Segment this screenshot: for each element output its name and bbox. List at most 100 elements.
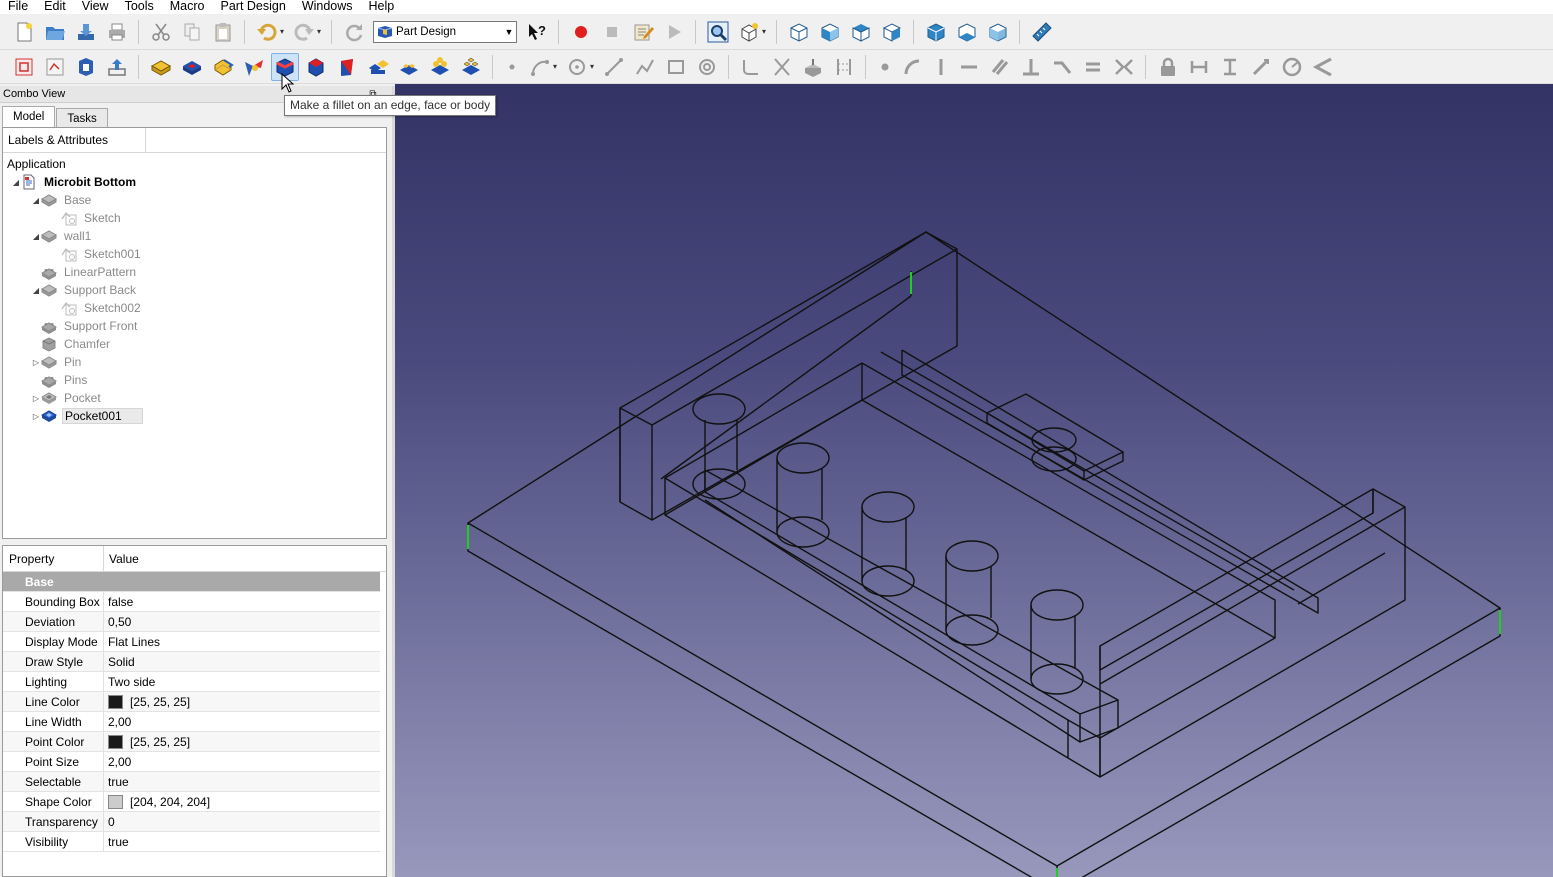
constraint-horizontal-distance-button[interactable]	[1185, 53, 1213, 81]
property-row[interactable]: Transparency 0	[3, 812, 380, 832]
constraint-vertical-button[interactable]	[930, 53, 952, 81]
linear-pattern-button[interactable]	[395, 53, 423, 81]
pad-button[interactable]	[147, 53, 175, 81]
tree-item[interactable]: ▷ Pin	[3, 353, 386, 371]
circle-button[interactable]	[563, 53, 591, 81]
menu-help[interactable]: Help	[361, 0, 403, 12]
draw-style-button[interactable]	[735, 18, 763, 46]
whats-this-button[interactable]: ?	[523, 18, 551, 46]
point-button[interactable]	[501, 53, 523, 81]
property-row[interactable]: Line Width 2,00	[3, 712, 380, 732]
chevron-down-icon[interactable]: ▾	[553, 62, 561, 71]
expand-open-icon[interactable]: ◢	[31, 286, 41, 295]
tree-item[interactable]: ◢ Microbit Bottom	[3, 173, 386, 191]
property-value[interactable]: Two side	[104, 672, 380, 691]
tab-model[interactable]: Model	[2, 106, 56, 128]
paste-button[interactable]	[209, 18, 237, 46]
macro-run-button[interactable]	[660, 18, 688, 46]
save-button[interactable]	[72, 18, 100, 46]
constraint-point-on-object-button[interactable]	[899, 53, 927, 81]
macro-record-button[interactable]	[567, 18, 595, 46]
groove-button[interactable]	[240, 53, 268, 81]
constraint-parallel-button[interactable]	[986, 53, 1014, 81]
constraint-symmetric-button[interactable]	[1110, 53, 1138, 81]
constraint-horizontal-button[interactable]	[955, 53, 983, 81]
property-value[interactable]: 0,50	[104, 612, 380, 631]
measure-button[interactable]	[1028, 18, 1056, 46]
tree-item[interactable]: ◢ wall1	[3, 227, 386, 245]
property-value[interactable]: 2,00	[104, 712, 380, 731]
undo-button[interactable]	[253, 18, 281, 46]
tree-item[interactable]: Sketch001	[3, 245, 386, 263]
tree-item[interactable]: ▷ Pocket	[3, 389, 386, 407]
property-row[interactable]: Bounding Box false	[3, 592, 380, 612]
chevron-down-icon[interactable]: ▾	[762, 27, 770, 36]
sketch-fillet-button[interactable]	[737, 53, 765, 81]
redo-button[interactable]	[290, 18, 318, 46]
expand-open-icon[interactable]: ◢	[11, 178, 21, 187]
create-sketch-button[interactable]	[41, 53, 69, 81]
3d-viewport[interactable]	[395, 84, 1553, 877]
property-value[interactable]: 0	[104, 812, 380, 831]
chevron-down-icon[interactable]: ▾	[590, 62, 598, 71]
refresh-button[interactable]	[340, 18, 368, 46]
polar-pattern-button[interactable]	[426, 53, 454, 81]
tree-item[interactable]: Support Front	[3, 317, 386, 335]
view-bottom-button[interactable]	[953, 18, 981, 46]
property-value[interactable]: 2,00	[104, 752, 380, 771]
constraint-perpendicular-button[interactable]	[1017, 53, 1045, 81]
menu-tools[interactable]: Tools	[117, 0, 162, 12]
macro-stop-button[interactable]	[598, 18, 626, 46]
print-button[interactable]	[103, 18, 131, 46]
chevron-down-icon[interactable]: ▾	[317, 27, 325, 36]
constraint-coincident-button[interactable]	[874, 53, 896, 81]
constraint-tangent-button[interactable]	[1048, 53, 1076, 81]
constraint-radius-button[interactable]	[1278, 53, 1306, 81]
constraint-vertical-distance-button[interactable]	[1216, 53, 1244, 81]
trim-button[interactable]	[768, 53, 796, 81]
tree-item[interactable]: Sketch	[3, 209, 386, 227]
workbench-selector[interactable]: Part Design ▼	[373, 20, 517, 43]
menu-macro[interactable]: Macro	[162, 0, 213, 12]
menu-windows[interactable]: Windows	[294, 0, 361, 12]
property-row[interactable]: Draw Style Solid	[3, 652, 380, 672]
property-value[interactable]: Flat Lines	[104, 632, 380, 651]
revolution-button[interactable]	[209, 53, 237, 81]
property-row[interactable]: Deviation 0,50	[3, 612, 380, 632]
property-row[interactable]: Display Mode Flat Lines	[3, 632, 380, 652]
tree-item[interactable]: Chamfer	[3, 335, 386, 353]
fit-all-button[interactable]	[704, 18, 732, 46]
edit-sketch-button[interactable]	[103, 53, 131, 81]
expand-closed-icon[interactable]: ▷	[31, 412, 41, 421]
menu-view[interactable]: View	[74, 0, 117, 12]
slot-button[interactable]	[693, 53, 721, 81]
validate-sketch-button[interactable]	[72, 53, 100, 81]
property-value[interactable]: true	[104, 772, 380, 791]
tree-item[interactable]: ◢ Base	[3, 191, 386, 209]
mirrored-button[interactable]	[364, 53, 392, 81]
view-top-button[interactable]	[847, 18, 875, 46]
menu-edit[interactable]: Edit	[36, 0, 74, 12]
property-value[interactable]: [25, 25, 25]	[104, 732, 380, 751]
external-geometry-button[interactable]	[799, 53, 827, 81]
property-row[interactable]: Visibility true	[3, 832, 380, 852]
expand-closed-icon[interactable]: ▷	[31, 394, 41, 403]
tree-item[interactable]: ▷ Pocket001	[3, 407, 386, 425]
constraint-distance-button[interactable]	[1247, 53, 1275, 81]
tree-item[interactable]: ◢ Support Back	[3, 281, 386, 299]
tree-item[interactable]: Sketch002	[3, 299, 386, 317]
property-value[interactable]: [204, 204, 204]	[104, 792, 380, 811]
tree-item[interactable]: LinearPattern	[3, 263, 386, 281]
view-rear-button[interactable]	[922, 18, 950, 46]
property-row[interactable]: Line Color [25, 25, 25]	[3, 692, 380, 712]
expand-open-icon[interactable]: ◢	[31, 232, 41, 241]
cut-button[interactable]	[147, 18, 175, 46]
construction-mode-button[interactable]	[830, 53, 858, 81]
expand-closed-icon[interactable]: ▷	[31, 358, 41, 367]
menu-file[interactable]: File	[0, 0, 36, 12]
tab-tasks[interactable]: Tasks	[56, 108, 108, 128]
view-right-button[interactable]	[878, 18, 906, 46]
copy-button[interactable]	[178, 18, 206, 46]
constraint-lock-button[interactable]	[1154, 53, 1182, 81]
view-left-button[interactable]	[984, 18, 1012, 46]
